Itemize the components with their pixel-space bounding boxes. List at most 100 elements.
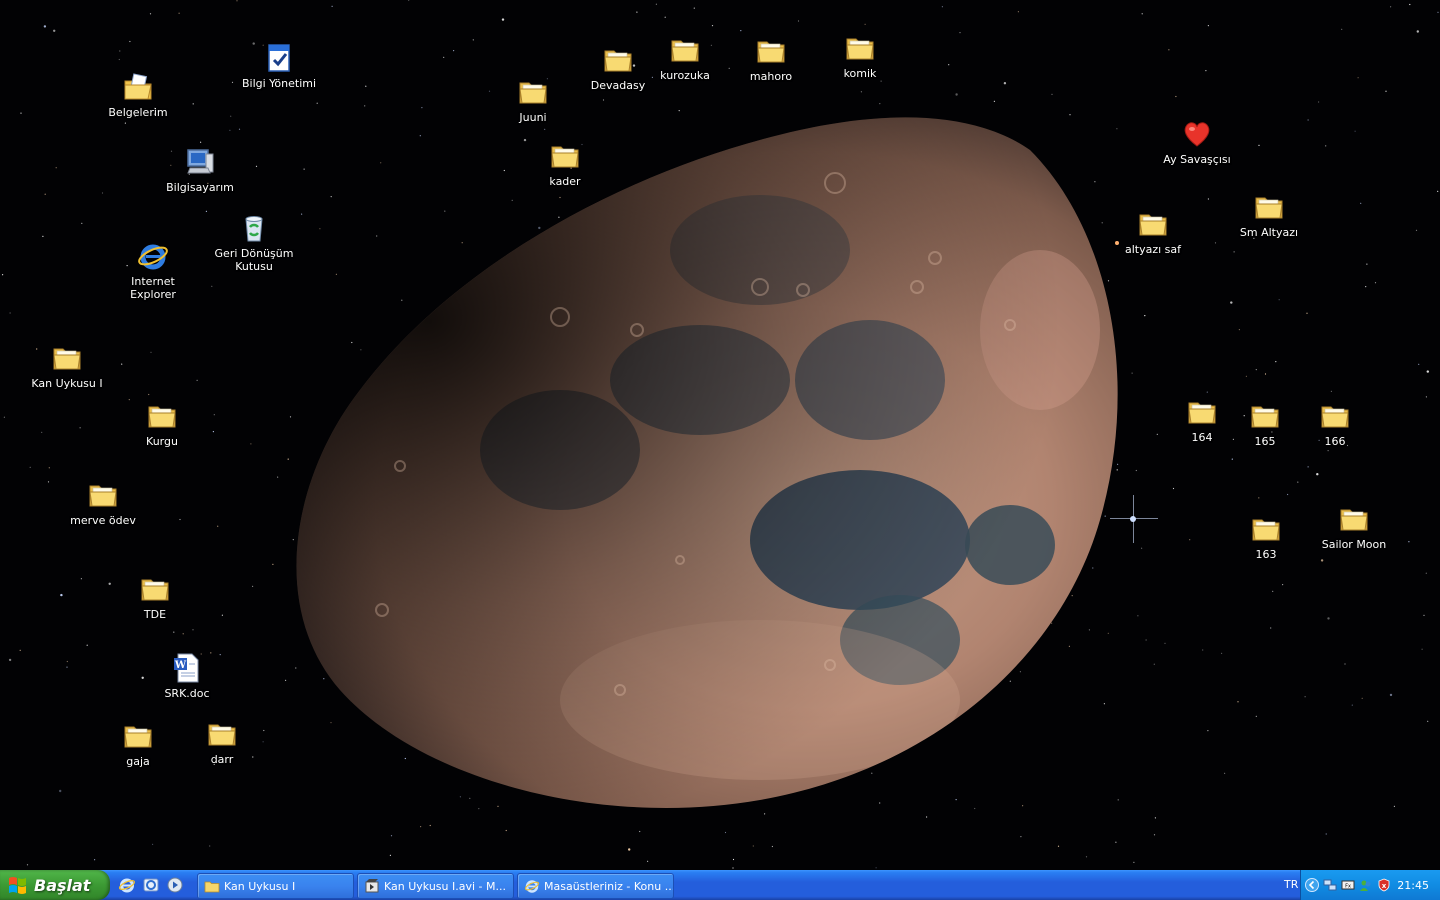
folder-163[interactable]: 163 xyxy=(1221,513,1311,561)
computer-icon xyxy=(187,149,214,174)
folder-altyazi-saf[interactable]: altyazı saf xyxy=(1108,208,1198,256)
folder-darr[interactable]: darr xyxy=(177,718,267,766)
icon-label: darr xyxy=(210,753,234,766)
icon-label: Juuni xyxy=(519,111,547,124)
folder-sailor-moon[interactable]: Sailor Moon xyxy=(1309,503,1399,551)
folder-icon xyxy=(1255,197,1283,219)
network-icon[interactable] xyxy=(1323,878,1337,892)
my-documents-icon xyxy=(124,73,152,100)
icon-label: komik xyxy=(843,67,877,80)
desktop[interactable]: Bilgi Yönetimi Belgelerim Bilgisayarım G… xyxy=(0,0,1440,870)
folder-kurozuka[interactable]: kurozuka xyxy=(640,34,730,82)
quick-launch-bar xyxy=(118,870,184,900)
folder-icon xyxy=(204,881,220,893)
folder-tde[interactable]: TDE xyxy=(110,573,200,621)
svg-text:W: W xyxy=(174,660,187,671)
icon-label: 166 xyxy=(1324,435,1346,448)
folder-icon xyxy=(1188,402,1216,424)
taskbar-button-browser[interactable]: Masaüstleriniz - Konu ... xyxy=(517,873,674,899)
svg-text:Fx: Fx xyxy=(1345,884,1351,890)
icon-label: Bilgi Yönetimi xyxy=(241,77,317,90)
chevron-left-icon[interactable] xyxy=(1305,878,1319,892)
outlook-express-icon[interactable] xyxy=(142,876,160,894)
icon-label: 163 xyxy=(1255,548,1277,561)
clock[interactable]: 21:45 xyxy=(1397,879,1429,892)
icon-label: Belgelerim xyxy=(108,106,168,119)
folder-icon xyxy=(1252,519,1280,541)
task-label: Kan Uykusu I.avi - M... xyxy=(384,879,506,893)
icon-label: SRK.doc xyxy=(164,687,210,700)
recycle-bin-icon xyxy=(245,216,263,242)
folder-166[interactable]: 166 xyxy=(1290,400,1380,448)
keyboard-icon[interactable]: Fx xyxy=(1341,878,1355,892)
icon-label: mahoro xyxy=(749,70,793,83)
folder-icon xyxy=(1251,406,1279,428)
folder-icon xyxy=(551,146,579,168)
language-indicator[interactable]: TR xyxy=(1284,870,1298,900)
system-tray: Fx x 21:45 xyxy=(1300,870,1440,900)
icon-label: gaja xyxy=(126,755,150,768)
internet-explorer-shortcut[interactable]: Internet Explorer xyxy=(108,240,198,301)
folder-icon xyxy=(53,348,81,370)
taskbar: Başlat Kan Uykusu I Kan Uykusu I.avi - M… xyxy=(0,870,1440,900)
srk-doc-file[interactable]: W SRK.doc xyxy=(142,652,232,700)
document-check-icon xyxy=(268,44,290,72)
folder-mahoro[interactable]: mahoro xyxy=(726,35,816,83)
word-document-icon: W xyxy=(174,653,199,683)
bilgisayarim-shortcut[interactable]: Bilgisayarım xyxy=(155,146,245,194)
folder-icon xyxy=(141,579,169,601)
folder-icon xyxy=(757,41,785,63)
folder-icon xyxy=(846,38,874,60)
folder-icon xyxy=(148,406,176,428)
ie-icon[interactable] xyxy=(118,876,136,894)
folder-kader[interactable]: kader xyxy=(520,140,610,188)
task-label: Kan Uykusu I xyxy=(224,879,296,893)
folder-icon xyxy=(671,40,699,62)
folder-icon xyxy=(124,726,152,748)
folder-icon xyxy=(1139,214,1167,236)
messenger-icon[interactable] xyxy=(1359,878,1373,892)
icon-label: Geri Dönüşüm Kutusu xyxy=(214,247,294,273)
heart-icon xyxy=(1184,122,1210,147)
ie-icon xyxy=(525,880,539,893)
icon-label: Ay Savaşçısı xyxy=(1163,153,1231,166)
start-label: Başlat xyxy=(34,875,91,895)
internet-explorer-icon xyxy=(138,244,168,270)
media-player-icon[interactable] xyxy=(166,876,184,894)
bilgi-yonetimi-shortcut[interactable]: Bilgi Yönetimi xyxy=(234,42,324,90)
icon-label: TDE xyxy=(143,608,167,621)
folder-icon xyxy=(208,724,236,746)
folder-merve-odev[interactable]: merve ödev xyxy=(58,479,148,527)
icon-label: Sailor Moon xyxy=(1321,538,1387,551)
icon-label: merve ödev xyxy=(70,514,136,527)
folder-kurgu[interactable]: Kurgu xyxy=(117,400,207,448)
start-button[interactable]: Başlat xyxy=(0,870,110,900)
icon-label: Kurgu xyxy=(146,435,178,448)
svg-text:x: x xyxy=(1382,882,1387,890)
folder-gaja[interactable]: gaja xyxy=(93,720,183,768)
folder-icon xyxy=(604,50,632,72)
folder-icon xyxy=(519,82,547,104)
taskbar-button-kan-uykusu-folder[interactable]: Kan Uykusu I xyxy=(197,873,354,899)
taskbar-button-media-player[interactable]: Kan Uykusu I.avi - M... xyxy=(357,873,514,899)
icon-label: Sm Altyazı xyxy=(1239,226,1299,239)
windows-flag-icon xyxy=(9,877,26,894)
folder-icon xyxy=(1321,406,1349,428)
belgelerim-shortcut[interactable]: Belgelerim xyxy=(93,71,183,119)
security-shield-icon[interactable]: x xyxy=(1377,878,1391,892)
icon-label: Bilgisayarım xyxy=(166,181,234,194)
folder-icon xyxy=(1340,509,1368,531)
icon-label: Kan Uykusu I xyxy=(31,377,103,390)
icon-label: kurozuka xyxy=(660,69,710,82)
folder-icon xyxy=(89,485,117,507)
folder-kan-uykusu-i[interactable]: Kan Uykusu I xyxy=(22,342,112,390)
icon-label: altyazı saf xyxy=(1124,243,1182,256)
icon-label: kader xyxy=(549,175,581,188)
geri-donusum-kutusu-shortcut[interactable]: Geri Dönüşüm Kutusu xyxy=(209,212,299,273)
icon-label: Internet Explorer xyxy=(130,275,176,301)
task-label: Masaüstleriniz - Konu ... xyxy=(544,879,673,893)
folder-juuni[interactable]: Juuni xyxy=(488,76,578,124)
folder-sm-altyazi[interactable]: Sm Altyazı xyxy=(1224,191,1314,239)
folder-komik[interactable]: komik xyxy=(815,32,905,80)
ay-savascisi-shortcut[interactable]: Ay Savaşçısı xyxy=(1152,118,1242,166)
